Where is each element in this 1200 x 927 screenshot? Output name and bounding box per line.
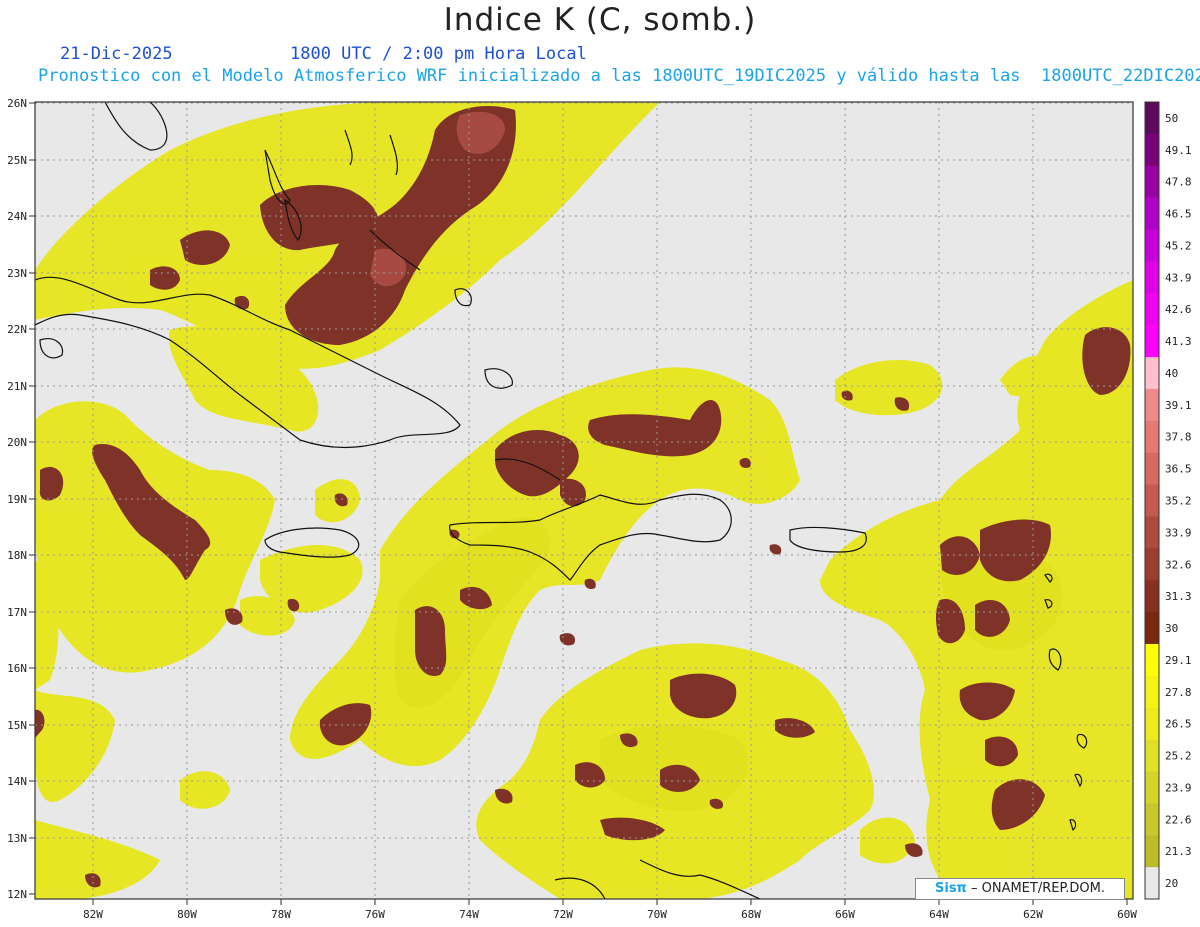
lon-label: 72W bbox=[553, 908, 573, 921]
colorbar-swatch bbox=[1145, 803, 1159, 836]
colorbar-label: 41.3 bbox=[1165, 335, 1192, 348]
lon-label: 68W bbox=[741, 908, 761, 921]
colorbar-label: 29.1 bbox=[1165, 654, 1192, 667]
lat-label: 14N bbox=[7, 775, 27, 788]
colorbar: 50 49.1 47.8 46.5 45.2 43.9 42.6 41.3 40 39.1 37.8… bbox=[1144, 101, 1192, 900]
lat-label: 17N bbox=[7, 606, 27, 619]
colorbar-swatch bbox=[1145, 643, 1159, 677]
colorbar-swatch bbox=[1145, 357, 1159, 390]
lat-label: 21N bbox=[7, 380, 27, 393]
colorbar-label: 37.8 bbox=[1165, 431, 1192, 444]
colorbar-label: 20 bbox=[1165, 877, 1178, 890]
colorbar-label: 23.9 bbox=[1165, 781, 1192, 794]
colorbar-label: 43.9 bbox=[1165, 271, 1192, 284]
lat-label: 20N bbox=[7, 436, 27, 449]
lon-labels: 82W 80W 78W 76W 74W 72W 70W 68W 66W 64W … bbox=[83, 908, 1137, 921]
lon-label: 80W bbox=[177, 908, 197, 921]
colorbar-swatch bbox=[1145, 452, 1159, 486]
lon-label: 62W bbox=[1023, 908, 1043, 921]
colorbar-swatch bbox=[1145, 229, 1159, 262]
lat-label: 12N bbox=[7, 888, 27, 901]
lat-label: 26N bbox=[7, 97, 27, 110]
lon-label: 70W bbox=[647, 908, 667, 921]
colorbar-label: 50 bbox=[1165, 112, 1178, 125]
credit-text: – ONAMET/REP.DOM. bbox=[966, 881, 1105, 896]
colorbar-swatch bbox=[1145, 293, 1159, 326]
colorbar-swatch bbox=[1145, 516, 1159, 549]
colorbar-swatch bbox=[1145, 325, 1159, 358]
colorbar-label: 31.3 bbox=[1165, 590, 1192, 603]
colorbar-swatch bbox=[1145, 835, 1159, 868]
lat-labels: 26N 25N 24N 23N 22N 21N 20N 19N 18N 17N … bbox=[7, 97, 27, 901]
colorbar-label: 42.6 bbox=[1165, 303, 1192, 316]
colorbar-swatch bbox=[1145, 580, 1159, 613]
lon-label: 60W bbox=[1117, 908, 1137, 921]
colorbar-swatch bbox=[1145, 771, 1159, 804]
colorbar-swatch bbox=[1145, 420, 1159, 454]
colorbar-label: 33.9 bbox=[1165, 526, 1192, 539]
colorbar-label: 45.2 bbox=[1165, 240, 1192, 253]
colorbar-swatch bbox=[1145, 133, 1159, 167]
lon-label: 76W bbox=[365, 908, 385, 921]
colorbar-swatch bbox=[1145, 484, 1159, 517]
colorbar-swatch bbox=[1145, 197, 1159, 231]
lon-label: 78W bbox=[271, 908, 291, 921]
colorbar-swatch bbox=[1145, 612, 1159, 645]
colorbar-label: 21.3 bbox=[1165, 845, 1192, 858]
lat-label: 13N bbox=[7, 832, 27, 845]
lon-label: 64W bbox=[929, 908, 949, 921]
lon-label: 82W bbox=[83, 908, 103, 921]
colorbar-label: 26.5 bbox=[1165, 718, 1192, 731]
colorbar-label: 49.1 bbox=[1165, 144, 1192, 157]
colorbar-swatch bbox=[1145, 102, 1159, 135]
colorbar-label: 35.2 bbox=[1165, 495, 1192, 508]
colorbar-swatch bbox=[1145, 707, 1159, 741]
colorbar-swatch bbox=[1145, 739, 1159, 772]
lon-label: 74W bbox=[459, 908, 479, 921]
lat-label: 23N bbox=[7, 267, 27, 280]
colorbar-swatch bbox=[1145, 388, 1159, 422]
lat-label: 22N bbox=[7, 323, 27, 336]
colorbar-swatch bbox=[1145, 867, 1159, 900]
colorbar-label: 47.8 bbox=[1165, 176, 1192, 189]
lat-label: 18N bbox=[7, 549, 27, 562]
colorbar-label: 46.5 bbox=[1165, 208, 1192, 221]
lat-label: 19N bbox=[7, 493, 27, 506]
colorbar-swatch bbox=[1145, 548, 1159, 581]
colorbar-swatch bbox=[1145, 165, 1159, 199]
forecast-map: 26N 25N 24N 23N 22N 21N 20N 19N 18N 17N … bbox=[7, 97, 1192, 921]
colorbar-swatch bbox=[1145, 675, 1159, 709]
colorbar-label: 32.6 bbox=[1165, 558, 1192, 571]
colorbar-label: 27.8 bbox=[1165, 686, 1192, 699]
colorbar-label: 22.6 bbox=[1165, 813, 1192, 826]
lat-label: 24N bbox=[7, 210, 27, 223]
credit-box: Sisπ – ONAMET/REP.DOM. bbox=[915, 878, 1125, 900]
lat-label: 15N bbox=[7, 719, 27, 732]
lon-label: 66W bbox=[835, 908, 855, 921]
sispi-logo: Sisπ bbox=[935, 881, 967, 896]
lat-label: 16N bbox=[7, 662, 27, 675]
colorbar-label: 40 bbox=[1165, 367, 1178, 380]
lat-label: 25N bbox=[7, 154, 27, 167]
colorbar-swatch bbox=[1145, 261, 1159, 294]
colorbar-label: 30 bbox=[1165, 622, 1178, 635]
colorbar-label: 39.1 bbox=[1165, 399, 1192, 412]
lat-ticks bbox=[29, 102, 35, 895]
colorbar-label: 36.5 bbox=[1165, 463, 1192, 476]
colorbar-label: 25.2 bbox=[1165, 750, 1192, 763]
